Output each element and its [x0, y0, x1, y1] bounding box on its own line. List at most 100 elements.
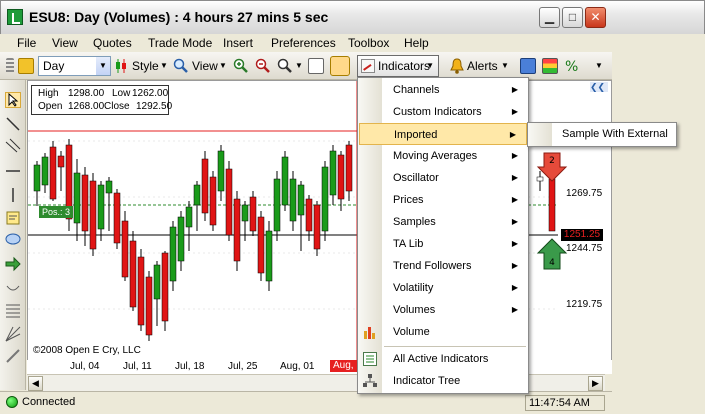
candle-down: [161, 252, 169, 322]
color-scheme-icon[interactable]: [542, 58, 558, 74]
candle-down: [233, 198, 241, 262]
window-background: [612, 34, 705, 414]
open-value: 1268.00: [68, 101, 105, 112]
pen-icon[interactable]: [5, 348, 21, 364]
menu-item-samples[interactable]: Samples ▶: [382, 211, 528, 233]
close-button[interactable]: ✕: [585, 7, 606, 28]
date-tick-label: Jul, 25: [228, 361, 258, 372]
menu-item-all-active-indicators[interactable]: All Active Indicators: [382, 348, 528, 370]
menu-item-indicator-tree[interactable]: Indicator Tree: [382, 370, 528, 392]
menu-preferences[interactable]: Preferences: [271, 36, 336, 50]
gann-icon[interactable]: [5, 326, 21, 342]
arrow-icon[interactable]: [5, 256, 21, 272]
channel-icon[interactable]: [5, 138, 21, 154]
close-value: 1292.50: [136, 101, 173, 112]
menu-file[interactable]: File: [17, 36, 36, 50]
candle-up: [73, 172, 81, 224]
toolbar-overflow-icon[interactable]: ▼: [595, 57, 603, 75]
menu-help[interactable]: Help: [404, 36, 429, 50]
vertical-line-icon[interactable]: [5, 187, 21, 203]
menu-item-trend-followers[interactable]: Trend Followers ▶: [382, 255, 528, 277]
note-icon[interactable]: [5, 210, 21, 226]
view-menu[interactable]: View: [192, 57, 218, 75]
menu-toolbox[interactable]: Toolbox: [348, 36, 389, 50]
zoom-menu-icon[interactable]: [277, 58, 293, 74]
period-select[interactable]: Day ▼: [38, 56, 111, 76]
refresh-icon[interactable]: [308, 58, 324, 74]
candle-up: [185, 206, 193, 228]
menu-item-channels[interactable]: Channels ▶: [382, 79, 528, 101]
menu-item-volatility[interactable]: Volatility ▶: [382, 277, 528, 299]
zoom-in-icon[interactable]: [233, 58, 249, 74]
indicators-button[interactable]: Indicators ▼: [357, 55, 439, 77]
alerts-menu[interactable]: Alerts: [467, 57, 498, 75]
candle-up: [41, 156, 49, 186]
zoom-view-icon: [173, 58, 189, 74]
title-bar: ESU8: Day (Volumes) : 4 hours 27 mins 5 …: [0, 0, 705, 34]
zoom-out-icon[interactable]: [255, 58, 271, 74]
scroll-right-arrows-icon[interactable]: ❮❮: [590, 82, 608, 92]
candle-up: [33, 164, 41, 192]
percent-icon[interactable]: %: [564, 58, 580, 75]
menu-view[interactable]: View: [52, 36, 78, 50]
menu-item-moving-averages[interactable]: Moving Averages ▶: [382, 145, 528, 167]
submenu-arrow-icon: ▶: [511, 261, 518, 270]
candle-down: [49, 146, 57, 200]
crosshair-icon[interactable]: [330, 56, 350, 76]
scroll-left-icon[interactable]: ◀: [28, 376, 43, 391]
menu-item-volumes[interactable]: Volumes ▶: [382, 299, 528, 321]
pointer-icon[interactable]: [5, 92, 21, 108]
menu-trade-mode[interactable]: Trade Mode: [148, 36, 212, 50]
trendline-icon[interactable]: [5, 116, 21, 132]
crosshair-date-label: Aug, 0: [330, 360, 360, 383]
arc-icon[interactable]: [5, 280, 21, 296]
symbol-icon[interactable]: [18, 58, 34, 74]
horizontal-line-icon[interactable]: [5, 163, 21, 179]
menu-item-oscillator[interactable]: Oscillator ▶: [382, 167, 528, 189]
candle-up: [281, 156, 289, 206]
current-price-label: 1251.25: [561, 229, 603, 241]
menu-item-ta-lib[interactable]: TA Lib ▶: [382, 233, 528, 255]
candle-down: [137, 256, 145, 326]
candle-down: [257, 216, 265, 274]
status-time: 11:47:54 AM: [525, 395, 605, 411]
menu-item-prices[interactable]: Prices ▶: [382, 189, 528, 211]
bell-icon: [449, 58, 465, 74]
submenu-arrow-icon: ▶: [511, 173, 518, 182]
candle-up: [217, 150, 225, 192]
candle-down: [81, 174, 89, 232]
candle-down: [201, 158, 209, 214]
fibonacci-icon[interactable]: [5, 302, 21, 318]
candle-down: [145, 276, 153, 336]
properties-icon[interactable]: [520, 58, 536, 74]
price-tick-label: 1219.75: [566, 299, 603, 310]
menu-item-volume[interactable]: Volume: [382, 321, 528, 343]
candle-up: [105, 180, 113, 194]
callout-icon[interactable]: [5, 232, 21, 248]
candle-up: [153, 264, 161, 300]
alerts-chevron-icon: ▼: [501, 61, 509, 70]
connection-status-icon: [6, 396, 18, 408]
candle-up: [265, 230, 273, 282]
minimize-button[interactable]: ▁: [539, 7, 560, 28]
tree-icon: [363, 374, 377, 388]
candle-doji: [536, 176, 544, 182]
menu-bar: File View Quotes Trade Mode Insert Prefe…: [0, 34, 612, 52]
menu-item-imported[interactable]: Imported ▶: [359, 123, 527, 145]
style-menu[interactable]: Style: [132, 57, 159, 75]
submenu-arrow-icon: ▶: [511, 239, 518, 248]
candle-up: [169, 226, 177, 282]
high-value: 1298.00: [68, 88, 105, 99]
maximize-button[interactable]: □: [562, 7, 583, 28]
scroll-right-icon[interactable]: ▶: [588, 376, 603, 391]
chevron-down-icon: ▼: [96, 57, 110, 75]
low-value: 1262.00: [132, 88, 169, 99]
menu-item-custom-indicators[interactable]: Custom Indicators ▶: [382, 101, 528, 123]
buy-order-count: 4: [549, 258, 555, 268]
menu-insert[interactable]: Insert: [223, 36, 253, 50]
menu-item-sample-with-external[interactable]: Sample With External: [562, 128, 668, 140]
menu-quotes[interactable]: Quotes: [93, 36, 132, 50]
position-label[interactable]: Pos.: 3: [39, 206, 74, 218]
copyright-text: ©2008 Open E Cry, LLC: [33, 345, 141, 356]
candle-up: [193, 184, 201, 206]
